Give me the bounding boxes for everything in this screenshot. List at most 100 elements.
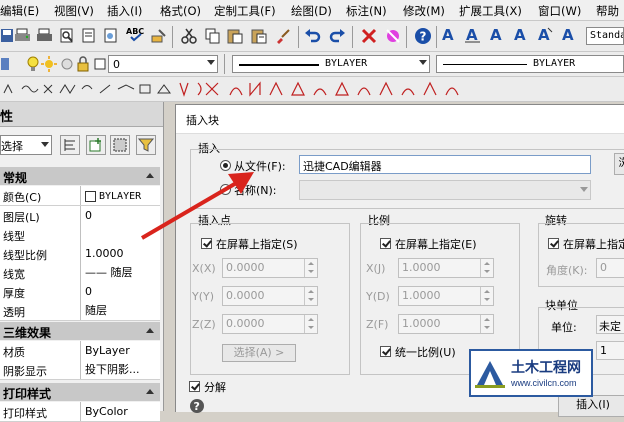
menu-modify[interactable]: 修改(M) xyxy=(403,3,445,19)
copy-icon[interactable] xyxy=(204,27,222,45)
prop-value[interactable]: 投下阴影... xyxy=(80,360,157,379)
text-style-icon[interactable]: A xyxy=(440,26,458,44)
paste-special-icon[interactable] xyxy=(250,27,268,45)
audit-icon[interactable] xyxy=(384,27,402,45)
rotation-on-screen-checkbox[interactable] xyxy=(548,238,559,249)
print-preview-icon[interactable] xyxy=(58,27,76,45)
scale-x-spinner[interactable]: 1.0000 xyxy=(398,258,494,278)
menu-extend-tools[interactable]: 扩展工具(X) xyxy=(459,3,522,19)
linetype-dropdown[interactable]: BYLAYER xyxy=(436,55,624,73)
prop-key: 材质 xyxy=(3,344,25,360)
menu-bar: 编辑(E) 视图(V) 插入(I) 格式(O) 定制工具(F) 绘图(D) 标注… xyxy=(0,0,624,21)
layer-dropdown[interactable]: 0 xyxy=(108,55,218,73)
linetype-swatch xyxy=(443,64,527,65)
insert-button[interactable]: 插入(I) xyxy=(558,395,624,417)
publish-icon[interactable] xyxy=(80,27,98,45)
justify-text-icon[interactable]: A xyxy=(560,26,578,44)
paste-icon[interactable] xyxy=(226,27,244,45)
redo-icon[interactable] xyxy=(328,27,346,45)
multiline-text-icon[interactable]: A xyxy=(464,26,482,44)
sun-icon[interactable] xyxy=(40,55,58,73)
properties-titlebar: 性 xyxy=(0,102,163,127)
prop-value[interactable]: —— 随层 xyxy=(80,263,157,282)
color-value: BYLAYER xyxy=(325,58,367,69)
watermark-logo: 土木工程网 www.civilcn.com xyxy=(469,349,593,397)
scale-y-spinner[interactable]: 1.0000 xyxy=(398,286,494,306)
section-3d-effects[interactable]: 三维效果 xyxy=(0,322,160,340)
scale-z-spinner[interactable]: 1.0000 xyxy=(398,314,494,334)
quick-select-icon[interactable] xyxy=(110,135,130,155)
prop-row-transparency[interactable]: 透明随层 xyxy=(0,301,160,321)
help-icon[interactable]: ? xyxy=(414,27,432,45)
uniform-scale-label: 统一比例(U) xyxy=(395,344,456,360)
dialog-title: 插入块 xyxy=(186,112,219,128)
text-style-dropdown[interactable]: Standa xyxy=(586,27,624,45)
collapse-icon xyxy=(146,389,154,394)
plot-icon[interactable] xyxy=(36,27,54,45)
scale-text-icon[interactable]: A xyxy=(536,26,554,44)
chevron-down-icon xyxy=(419,60,427,65)
menu-window[interactable]: 窗口(W) xyxy=(538,3,581,19)
undo-icon[interactable] xyxy=(304,27,322,45)
prop-key: 线型比例 xyxy=(3,247,47,263)
match-properties-icon[interactable] xyxy=(150,27,168,45)
prop-row-shadow[interactable]: 阴影显示投下阴影... xyxy=(0,360,160,380)
chevron-down-icon xyxy=(207,60,215,65)
find-text-icon[interactable]: A xyxy=(512,26,530,44)
angle-input[interactable]: 0 xyxy=(596,258,624,278)
angle-value: 0 xyxy=(600,261,607,274)
menu-insert[interactable]: 插入(I) xyxy=(107,3,142,19)
lock-icon[interactable] xyxy=(74,55,92,73)
menu-dimension[interactable]: 标注(N) xyxy=(346,3,387,19)
layer-state-icon[interactable] xyxy=(0,55,10,73)
spellcheck-icon[interactable]: ABC xyxy=(126,25,148,43)
insert-y-value: 0.0000 xyxy=(226,289,265,302)
menu-help[interactable]: 帮助 xyxy=(596,3,619,19)
uniform-scale-checkbox[interactable] xyxy=(380,346,391,357)
scale-y-label: Y(D) xyxy=(366,290,390,303)
svg-text:A: A xyxy=(466,26,478,44)
insert-x-spinner[interactable]: 0.0000 xyxy=(222,258,318,278)
menu-custom-tools[interactable]: 定制工具(F) xyxy=(214,3,276,19)
prop-value[interactable]: ByColor xyxy=(80,402,157,421)
preview-icon[interactable] xyxy=(102,27,120,45)
prop-row-material[interactable]: 材质 ByLayer xyxy=(0,341,160,361)
explode-checkbox[interactable] xyxy=(189,381,200,392)
unit-value-field: 未定 xyxy=(596,315,624,334)
insert-y-label: Y(Y) xyxy=(192,290,214,303)
svg-text:A: A xyxy=(514,26,526,44)
prop-row-print-style[interactable]: 打印样式ByColor xyxy=(0,402,160,422)
menu-view[interactable]: 视图(V) xyxy=(54,3,94,19)
prop-row-thickness[interactable]: 厚度0 xyxy=(0,282,160,302)
toggle-pickadd-icon[interactable] xyxy=(60,135,80,155)
svg-text:?: ? xyxy=(420,30,427,44)
select-point-button[interactable]: 选择(A) > xyxy=(222,344,296,362)
help-circle-icon[interactable]: ? xyxy=(189,398,205,414)
layer-value: 0 xyxy=(113,58,120,71)
brush-icon[interactable] xyxy=(274,27,292,45)
prop-value[interactable]: 0 xyxy=(80,282,157,301)
filter-icon[interactable] xyxy=(136,135,156,155)
menu-edit[interactable]: 编辑(E) xyxy=(0,3,39,19)
menu-draw[interactable]: 绘图(D) xyxy=(291,3,332,19)
insert-y-spinner[interactable]: 0.0000 xyxy=(222,286,318,306)
svg-text:A: A xyxy=(562,26,574,44)
color-dropdown[interactable]: BYLAYER xyxy=(232,55,430,73)
select-objects-icon[interactable] xyxy=(86,135,106,155)
insert-z-spinner[interactable]: 0.0000 xyxy=(222,314,318,334)
building-logo-icon xyxy=(475,357,505,389)
browse-button[interactable]: 浏 xyxy=(614,153,624,175)
edit-text-icon[interactable]: A xyxy=(488,26,506,44)
rotation-on-screen-label: 在屏幕上指定 xyxy=(563,236,624,252)
insert-x-label: X(X) xyxy=(192,262,216,275)
prop-row-lineweight[interactable]: 线宽—— 随层 xyxy=(0,263,160,283)
prop-value[interactable]: 随层 xyxy=(80,301,157,320)
prop-value[interactable]: ByLayer xyxy=(80,341,157,360)
menu-format[interactable]: 格式(O) xyxy=(160,3,201,19)
cut-icon[interactable] xyxy=(180,27,198,45)
selection-dropdown[interactable]: 选择 xyxy=(0,135,52,155)
print-icon[interactable] xyxy=(14,27,32,45)
section-print-style[interactable]: 打印样式 xyxy=(0,383,160,401)
scale-factor-field: 1 xyxy=(596,341,624,360)
delete-icon[interactable] xyxy=(360,27,378,45)
